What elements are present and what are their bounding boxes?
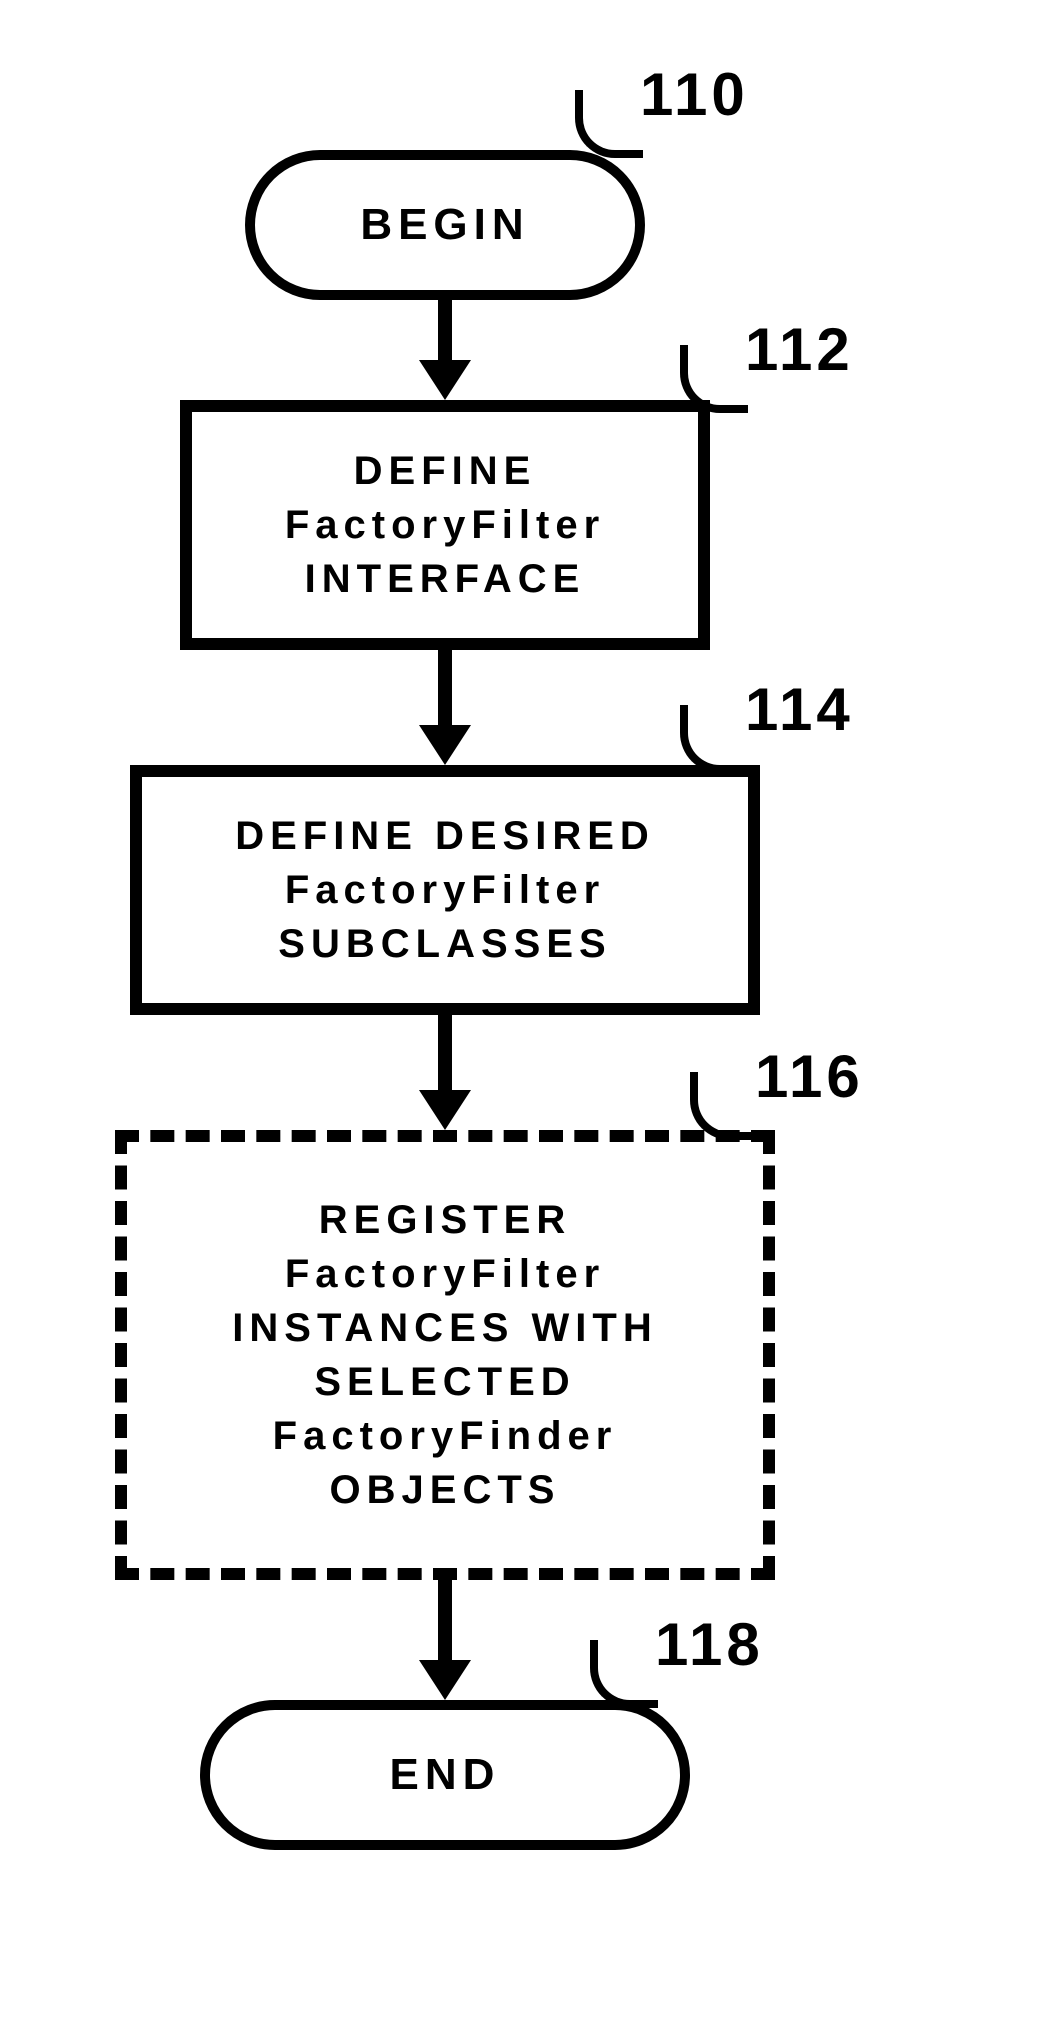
ref-hook-end [590,1640,658,1708]
node-step3-line4: SELECTED [314,1355,575,1409]
node-step2: DEFINE DESIRED FactoryFilter SUBCLASSES [130,765,760,1015]
node-step1: DEFINE FactoryFilter INTERFACE [180,400,710,650]
node-begin-text: BEGIN [360,195,529,254]
node-step1-line2: FactoryFilter [285,498,605,552]
ref-label-step1: 112 [745,315,854,384]
node-step1-line1: DEFINE [354,444,537,498]
node-step3-line3: INSTANCES WITH [232,1301,657,1355]
ref-label-end: 118 [655,1610,764,1679]
ref-label-step2: 114 [745,675,854,744]
node-step3-line1: REGISTER [319,1193,571,1247]
node-step2-line1: DEFINE DESIRED [235,809,655,863]
ref-hook-begin [575,90,643,158]
node-step3-line2: FactoryFilter [285,1247,605,1301]
node-end: END [200,1700,690,1850]
ref-label-step3: 116 [755,1042,864,1111]
ref-label-begin: 110 [640,60,749,129]
node-begin: BEGIN [245,150,645,300]
node-step1-line3: INTERFACE [305,552,586,606]
flowchart-canvas: BEGIN 110 DEFINE FactoryFilter INTERFACE… [0,0,1037,2044]
node-step2-line2: FactoryFilter [285,863,605,917]
node-step3-line6: OBJECTS [330,1463,561,1517]
node-step3-line5: FactoryFinder [273,1409,618,1463]
ref-hook-step2 [680,705,748,773]
node-end-text: END [390,1745,501,1804]
node-step3: REGISTER FactoryFilter INSTANCES WITH SE… [115,1130,775,1580]
node-step2-line3: SUBCLASSES [278,917,611,971]
